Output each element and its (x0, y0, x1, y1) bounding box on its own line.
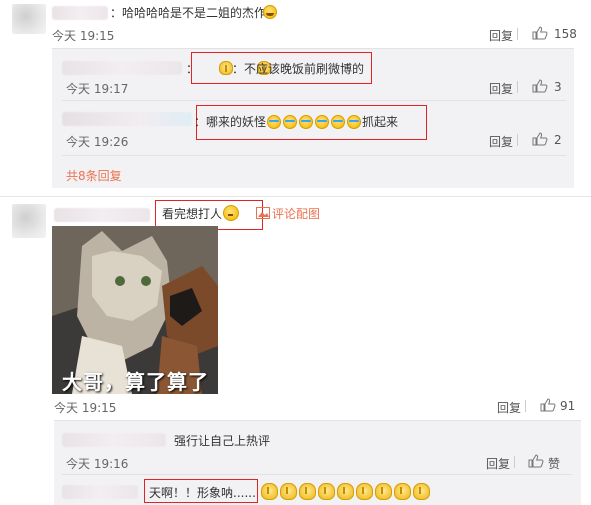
thinking-emoji-icon (223, 205, 240, 221)
comment-text-content: 看完想打人 (162, 207, 223, 221)
praying-hands-emoji-icon (356, 483, 373, 500)
laughing-emoji-icon (263, 5, 277, 19)
username-blurred[interactable] (52, 6, 108, 20)
reply-time: 今天 19:17 (66, 82, 129, 96)
thumbs-up-icon[interactable] (532, 132, 548, 146)
username-blurred[interactable] (62, 485, 138, 499)
praying-hands-emoji-icon (337, 483, 354, 500)
crying-laughing-emoji-icon (347, 115, 362, 129)
thumbs-up-icon[interactable] (540, 398, 556, 412)
praying-hands-emoji-icon (299, 483, 316, 500)
praying-hands-emoji-icon (280, 483, 297, 500)
praying-hands-emoji-icon (413, 483, 430, 500)
reply-text: 天啊！！形象呐...... (149, 486, 256, 500)
comment-image[interactable]: 大哥，算了算了 (52, 226, 218, 394)
praying-hands-emoji-icon (218, 61, 233, 75)
comment-time: 今天 19:15 (54, 401, 117, 415)
username-blurred[interactable] (62, 433, 166, 447)
username-blurred[interactable] (54, 208, 150, 222)
divider (0, 196, 591, 197)
praying-hands-emoji-icon (375, 483, 392, 500)
reply-time: 今天 19:26 (66, 135, 129, 149)
reply-button[interactable]: 回复 (489, 133, 513, 150)
reply-text: ：哪来的妖怪 抓起来 (194, 113, 398, 130)
reply-text-content: ：不应该晚饭前刷微博的 (232, 62, 365, 76)
avatar[interactable] (12, 204, 46, 238)
divider (517, 134, 518, 146)
thumbs-up-icon[interactable] (528, 454, 544, 468)
reply-text-content: ：哪来的妖怪 (194, 115, 267, 129)
username-blurred[interactable] (62, 61, 182, 75)
more-replies-link[interactable]: 共8条回复 (66, 167, 122, 184)
praying-hands-emoji-icon (261, 483, 278, 500)
image-caption: 大哥，算了算了 (62, 370, 209, 394)
divider (62, 100, 566, 101)
reply-button[interactable]: 回复 (489, 80, 513, 97)
crying-laughing-emoji-icon (315, 115, 330, 129)
crying-laughing-emoji-icon (331, 115, 346, 129)
avatar[interactable] (12, 4, 46, 34)
like-count: 3 (554, 80, 562, 94)
reply-button[interactable]: 回复 (486, 455, 510, 472)
like-count: 158 (554, 27, 577, 41)
reply-text: ：不应该晚饭前刷微博的 (232, 60, 364, 77)
reply-button[interactable]: 回复 (497, 399, 521, 416)
crying-laughing-emoji-icon (299, 115, 314, 129)
divider (525, 400, 526, 412)
reply-text-suffix: 抓起来 (362, 115, 399, 129)
comment-image-link[interactable]: 评论配图 (272, 205, 320, 222)
comment-text: 看完想打人 (162, 205, 240, 222)
divider (517, 81, 518, 93)
divider (514, 456, 515, 468)
divider (62, 474, 572, 475)
username-blurred[interactable] (62, 112, 192, 126)
picture-icon[interactable] (256, 207, 270, 219)
emoji-row (260, 483, 431, 500)
comment-time: 今天 19:15 (52, 29, 115, 43)
divider (54, 420, 581, 421)
comment-text: ：哈哈哈哈是不是二姐的杰作 (110, 6, 267, 20)
divider (517, 28, 518, 40)
like-label[interactable]: 赞 (548, 455, 560, 472)
crying-laughing-emoji-icon (283, 115, 298, 129)
thumbs-up-icon[interactable] (532, 79, 548, 93)
divider (62, 155, 566, 156)
reply-button[interactable]: 回复 (489, 27, 513, 44)
reply-text: 强行让自己上热评 (174, 434, 271, 448)
thumbs-up-icon[interactable] (532, 26, 548, 40)
crying-laughing-emoji-icon (267, 115, 282, 129)
reply-time: 今天 19:16 (66, 457, 129, 471)
praying-hands-emoji-icon (394, 483, 411, 500)
like-count: 91 (560, 399, 576, 413)
divider (52, 48, 574, 49)
like-count: 2 (554, 133, 562, 147)
reply-prefix-colon: ： (186, 62, 199, 76)
praying-hands-emoji-icon (318, 483, 335, 500)
